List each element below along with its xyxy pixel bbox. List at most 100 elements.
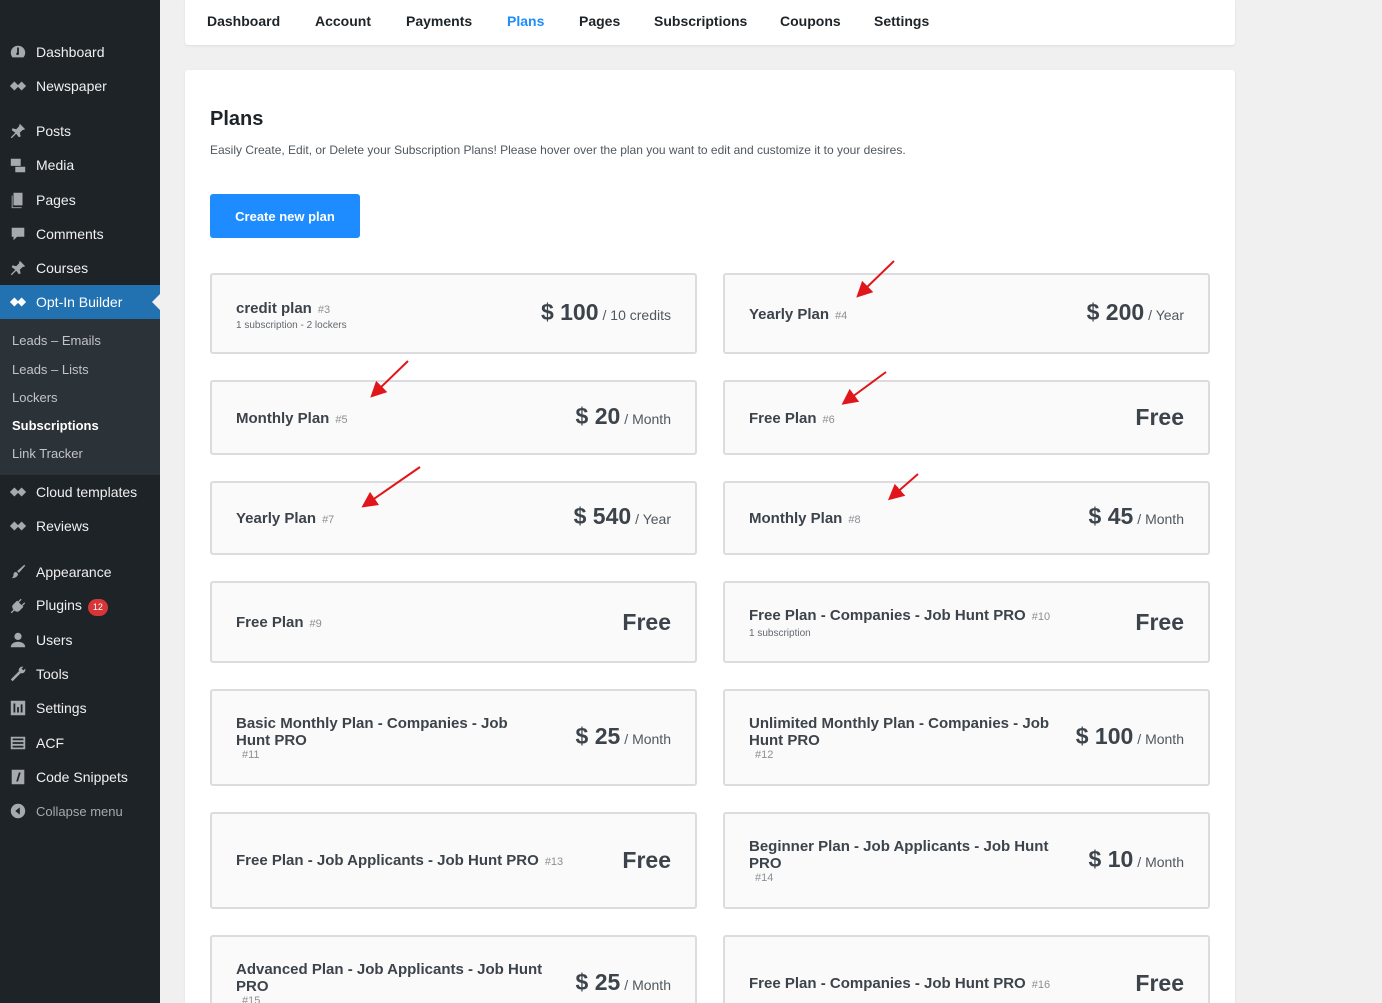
plan-card-7[interactable]: Yearly Plan #7 $ 540/ Year <box>210 481 697 555</box>
plan-amount: $ 200 <box>1086 299 1145 325</box>
submenu-link-tracker[interactable]: Link Tracker <box>12 446 83 461</box>
submenu-leads-lists[interactable]: Leads – Lists <box>12 362 89 377</box>
newspaper-icon <box>0 77 36 95</box>
plan-amount: $ 10 <box>1088 846 1134 872</box>
plan-id: #5 <box>335 414 348 426</box>
menu-users[interactable]: Users <box>0 623 160 657</box>
plan-id: #8 <box>848 514 861 526</box>
menu-acf[interactable]: ACF <box>0 726 160 760</box>
acf-icon <box>0 734 36 752</box>
comment-icon <box>0 225 36 243</box>
menu-comments[interactable]: Comments <box>0 217 160 251</box>
plan-card-11[interactable]: Basic Monthly Plan - Companies - Job Hun… <box>210 689 697 786</box>
pin-icon <box>0 122 36 140</box>
plan-name: Yearly Plan <box>236 510 317 527</box>
plan-card-6[interactable]: Free Plan #6 Free <box>723 380 1210 455</box>
plan-period: / Year <box>1148 307 1184 323</box>
tab-pages[interactable]: Pages <box>579 13 620 29</box>
plan-period: / Month <box>624 731 671 747</box>
tab-payments[interactable]: Payments <box>406 13 472 29</box>
plan-name: Basic Monthly Plan - Companies - Job Hun… <box>236 715 508 749</box>
menu-dashboard[interactable]: Dashboard <box>0 35 160 69</box>
plan-id: #7 <box>322 514 335 526</box>
submenu-leads-emails[interactable]: Leads – Emails <box>12 333 101 348</box>
plan-name: Unlimited Monthly Plan - Companies - Job… <box>749 715 1050 749</box>
plan-name: credit plan <box>236 300 312 317</box>
create-new-plan-button[interactable]: Create new plan <box>210 194 360 238</box>
plan-id: #9 <box>309 618 322 630</box>
plan-period: / 10 credits <box>602 307 671 323</box>
menu-cloud-templates[interactable]: Cloud templates <box>0 475 160 509</box>
dashboard-icon <box>0 43 36 61</box>
tab-plans[interactable]: Plans <box>507 13 544 29</box>
plan-name: Monthly Plan <box>236 410 330 427</box>
plan-name: Advanced Plan - Job Applicants - Job Hun… <box>236 961 543 995</box>
menu-appearance[interactable]: Appearance <box>0 555 160 589</box>
page-description: Easily Create, Edit, or Delete your Subs… <box>210 143 906 157</box>
plan-card-3[interactable]: credit plan #3 1 subscription - 2 lockers… <box>210 273 697 354</box>
plan-id: #3 <box>317 304 331 316</box>
plan-free-label: Free <box>622 609 671 635</box>
plan-name: Free Plan <box>236 614 304 631</box>
plan-meta: 1 subscription <box>749 628 811 639</box>
plan-period: / Year <box>635 511 671 527</box>
reviews-icon <box>0 517 36 535</box>
submenu-subscriptions[interactable]: Subscriptions <box>12 418 99 433</box>
plan-card-15[interactable]: Advanced Plan - Job Applicants - Job Hun… <box>210 935 697 1003</box>
plan-free-label: Free <box>1135 609 1184 635</box>
menu-posts[interactable]: Posts <box>0 114 160 148</box>
menu-media[interactable]: Media <box>0 148 160 182</box>
plan-card-5[interactable]: Monthly Plan #5 $ 20/ Month <box>210 380 697 455</box>
plan-card-4[interactable]: Yearly Plan #4 $ 200/ Year <box>723 273 1210 354</box>
plan-name: Free Plan - Job Applicants - Job Hunt PR… <box>236 852 539 869</box>
plan-name: Free Plan <box>749 410 817 427</box>
menu-courses[interactable]: Courses <box>0 251 160 285</box>
plan-amount: $ 25 <box>575 969 621 995</box>
collapse-menu-button[interactable]: Collapse menu <box>0 794 160 828</box>
plan-card-13[interactable]: Free Plan - Job Applicants - Job Hunt PR… <box>210 812 697 909</box>
plan-free-label: Free <box>1135 970 1184 996</box>
plan-amount: $ 45 <box>1088 503 1134 529</box>
tab-subscriptions[interactable]: Subscriptions <box>654 13 747 29</box>
pin-icon <box>0 259 36 277</box>
plan-card-9[interactable]: Free Plan #9 Free <box>210 581 697 663</box>
menu-reviews[interactable]: Reviews <box>0 509 160 543</box>
opt-in-builder-submenu: Leads – Emails Leads – Lists Lockers Sub… <box>0 319 160 475</box>
plan-name: Monthly Plan <box>749 510 843 527</box>
tab-dashboard[interactable]: Dashboard <box>207 13 280 29</box>
code-icon <box>0 768 36 786</box>
menu-plugins[interactable]: Plugins 12 <box>0 589 160 623</box>
plugin-icon <box>0 597 36 615</box>
media-icon <box>0 156 36 174</box>
plugin-update-badge: 12 <box>87 598 108 616</box>
cloud-templates-icon <box>0 483 36 501</box>
tab-coupons[interactable]: Coupons <box>780 13 841 29</box>
plan-id: #11 <box>242 749 260 761</box>
plan-id: #6 <box>822 414 835 426</box>
tab-account[interactable]: Account <box>315 13 371 29</box>
admin-sidebar: Dashboard Newspaper Posts Media Pages Co… <box>0 0 160 1003</box>
plan-amount: $ 20 <box>575 403 621 429</box>
pages-icon <box>0 191 36 209</box>
plan-card-8[interactable]: Monthly Plan #8 $ 45/ Month <box>723 481 1210 555</box>
plan-name: Free Plan - Companies - Job Hunt PRO <box>749 975 1026 992</box>
plan-period: / Month <box>1137 854 1184 870</box>
plan-card-10[interactable]: Free Plan - Companies - Job Hunt PRO #10 … <box>723 581 1210 663</box>
current-menu-arrow <box>152 294 160 310</box>
plan-name: Free Plan - Companies - Job Hunt PRO <box>749 607 1026 624</box>
menu-opt-in-builder[interactable]: Opt-In Builder <box>0 285 160 319</box>
opt-in-icon <box>0 293 36 311</box>
submenu-lockers[interactable]: Lockers <box>12 390 58 405</box>
menu-newspaper[interactable]: Newspaper <box>0 69 160 103</box>
menu-pages[interactable]: Pages <box>0 183 160 217</box>
plan-card-12[interactable]: Unlimited Monthly Plan - Companies - Job… <box>723 689 1210 786</box>
plan-amount: $ 100 <box>1075 723 1134 749</box>
tab-settings[interactable]: Settings <box>874 13 929 29</box>
plugin-tab-bar: Dashboard Account Payments Plans Pages S… <box>185 0 1235 45</box>
menu-code-snippets[interactable]: Code Snippets <box>0 760 160 794</box>
menu-tools[interactable]: Tools <box>0 657 160 691</box>
plan-card-16[interactable]: Free Plan - Companies - Job Hunt PRO #16 … <box>723 935 1210 1003</box>
plan-card-14[interactable]: Beginner Plan - Job Applicants - Job Hun… <box>723 812 1210 909</box>
menu-settings[interactable]: Settings <box>0 691 160 725</box>
plan-amount: $ 25 <box>575 723 621 749</box>
